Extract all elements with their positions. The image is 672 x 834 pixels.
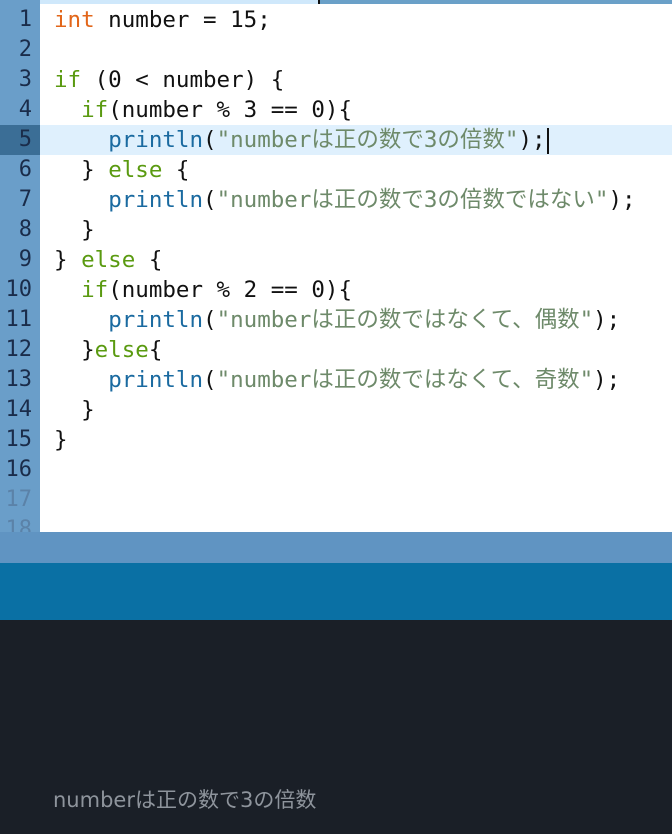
code-token: } [54,157,109,183]
code-token: println [108,307,204,333]
code-line[interactable]: 13 println("numberは正の数ではなくて、奇数"); [0,365,672,395]
line-code: if(number % 3 == 0){ [54,95,352,125]
console-panel: numberは正の数で3の倍数 [0,620,672,834]
line-number: 13 [5,367,33,392]
line-number: 14 [5,397,33,422]
console-header [0,563,672,620]
code-token: number = 15; [94,7,271,33]
code-token: ); [593,307,621,333]
code-token: (0 < number) { [81,67,285,93]
code-token: else [108,157,163,183]
code-token: println [108,127,204,153]
code-line[interactable]: 11 println("numberは正の数ではなくて、偶数"); [0,305,672,335]
code-line[interactable]: 2 [0,35,672,65]
code-line[interactable]: 17 [0,485,672,515]
line-number: 11 [5,307,33,332]
line-code: int number = 15; [54,5,271,35]
line-code: }else{ [54,335,162,365]
line-number: 9 [18,247,32,272]
line-number: 16 [5,457,33,482]
code-token: println [108,187,204,213]
line-number: 10 [5,277,33,302]
line-code: println("numberは正の数で3の倍数ではない"); [54,185,636,215]
code-token: } [54,217,95,243]
code-line[interactable]: 16 [0,455,672,485]
line-number: 15 [5,427,33,452]
code-line[interactable]: 4 if(number % 3 == 0){ [0,95,672,125]
text-cursor [546,127,549,154]
code-token: int [54,7,95,33]
code-token: ( [203,367,217,393]
code-line[interactable]: 6 } else { [0,155,672,185]
code-line[interactable]: 8 } [0,215,672,245]
code-token: } [54,247,82,273]
code-token: "numberは正の数ではなくて、奇数" [216,367,594,393]
code-token: "numberは正の数ではなくて、偶数" [216,307,594,333]
code-token: ); [608,187,636,213]
line-number: 2 [18,37,32,62]
line-number: 6 [18,157,32,182]
code-line[interactable]: 9} else { [0,245,672,275]
message-area [0,532,672,563]
code-token: { [148,337,163,363]
code-line[interactable]: 1 int number = 15; [0,5,672,35]
code-token: else [94,337,149,363]
line-code: println("numberは正の数ではなくて、偶数"); [54,305,620,335]
line-code: } [54,425,68,455]
line-number: 5 [18,127,32,152]
code-token: ); [593,367,621,393]
code-line[interactable]: 7 println("numberは正の数で3の倍数ではない"); [0,185,672,215]
code-token: "numberは正の数で3の倍数" [216,127,519,153]
code-token: ( [203,127,217,153]
line-code: } [54,395,95,425]
code-editor[interactable]: 1 int number = 15; 2 3 if (0 < number) {4 if… [0,4,672,532]
line-number: 17 [5,487,33,512]
code-token: ); [518,127,546,153]
code-token: (number % 2 == 0){ [108,277,353,303]
code-token: "numberは正の数で3の倍数ではない" [216,187,609,213]
line-number: 7 [18,187,32,212]
code-token: } [54,397,95,423]
code-line[interactable]: 18 [0,515,672,532]
code-line[interactable]: 14 } [0,395,672,425]
line-number: 12 [5,337,33,362]
code-token: } [54,337,95,363]
console-output-line: numberは正の数で3の倍数 [53,788,317,812]
code-token: else [81,247,136,273]
line-number: 1 [18,7,32,32]
line-code: } else { [54,245,162,275]
line-code: } else { [54,155,189,185]
line-code: if(number % 2 == 0){ [54,275,352,305]
code-line[interactable]: 12 }else{ [0,335,672,365]
code-line[interactable]: 5 println("numberは正の数で3の倍数"); [0,125,672,155]
line-code: } [54,215,95,245]
code-token: { [162,157,190,183]
line-code: println("numberは正の数ではなくて、奇数"); [54,365,620,395]
code-token: ( [203,307,217,333]
code-line[interactable]: 3 if (0 < number) { [0,65,672,95]
line-number: 4 [18,97,32,122]
code-token: if [54,67,82,93]
line-code: println("numberは正の数で3の倍数"); [54,125,549,155]
line-number: 18 [5,517,33,532]
line-code: if (0 < number) { [54,65,284,95]
code-token: if [81,277,109,303]
code-token: ( [203,187,217,213]
code-token: (number % 3 == 0){ [108,97,353,123]
code-token: println [108,367,204,393]
code-line[interactable]: 10 if(number % 2 == 0){ [0,275,672,305]
code-token: if [81,97,109,123]
line-number: 3 [18,67,32,92]
code-line[interactable]: 15} [0,425,672,455]
code-token: } [54,427,68,453]
code-token: { [135,247,163,273]
line-number: 8 [18,217,32,242]
